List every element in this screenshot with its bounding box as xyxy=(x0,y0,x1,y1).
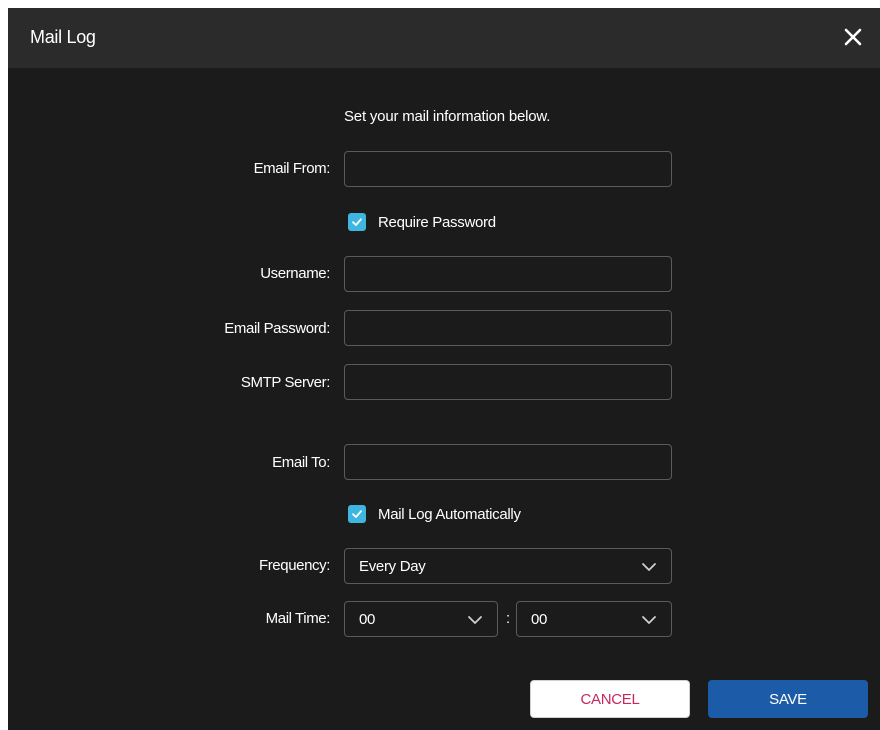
cancel-button[interactable]: CANCEL xyxy=(530,680,690,718)
close-button[interactable] xyxy=(840,24,866,50)
email-password-label: Email Password: xyxy=(224,320,330,337)
mail-time-label: Mail Time: xyxy=(265,610,331,627)
require-password-checkbox[interactable]: Require Password xyxy=(348,211,496,233)
smtp-server-input[interactable] xyxy=(344,364,672,400)
chevron-down-icon xyxy=(641,561,657,573)
mail-log-automatically-checkbox[interactable]: Mail Log Automatically xyxy=(348,503,521,525)
smtp-server-label: SMTP Server: xyxy=(240,374,331,391)
mail-log-automatically-label: Mail Log Automatically xyxy=(378,505,521,523)
form-subtitle: Set your mail information below. xyxy=(344,108,551,125)
mail-time-hour-select[interactable]: 00 xyxy=(344,601,498,637)
mail-time-minute-select[interactable]: 00 xyxy=(516,601,672,637)
mail-time-hour-value: 00 xyxy=(359,611,376,628)
dialog-titlebar: Mail Log xyxy=(8,8,880,68)
username-input[interactable] xyxy=(344,256,672,292)
time-separator: : xyxy=(506,610,511,627)
chevron-down-icon xyxy=(641,614,657,626)
chevron-down-icon xyxy=(467,614,483,626)
email-to-input[interactable] xyxy=(344,444,672,480)
email-password-input[interactable] xyxy=(344,310,672,346)
username-label: Username: xyxy=(260,265,330,282)
mail-time-minute-value: 00 xyxy=(531,611,548,628)
email-to-label: Email To: xyxy=(272,454,330,471)
frequency-label: Frequency: xyxy=(258,557,330,574)
email-from-input[interactable] xyxy=(344,151,672,187)
close-icon xyxy=(840,24,866,50)
email-from-label: Email From: xyxy=(253,160,331,177)
require-password-label: Require Password xyxy=(378,213,496,231)
checkbox-checked-icon xyxy=(348,213,366,231)
checkbox-checked-icon xyxy=(348,505,366,523)
frequency-value: Every Day xyxy=(359,558,426,575)
frequency-select[interactable]: Every Day xyxy=(344,548,672,584)
save-button[interactable]: SAVE xyxy=(708,680,868,718)
dialog-title: Mail Log xyxy=(30,27,96,47)
